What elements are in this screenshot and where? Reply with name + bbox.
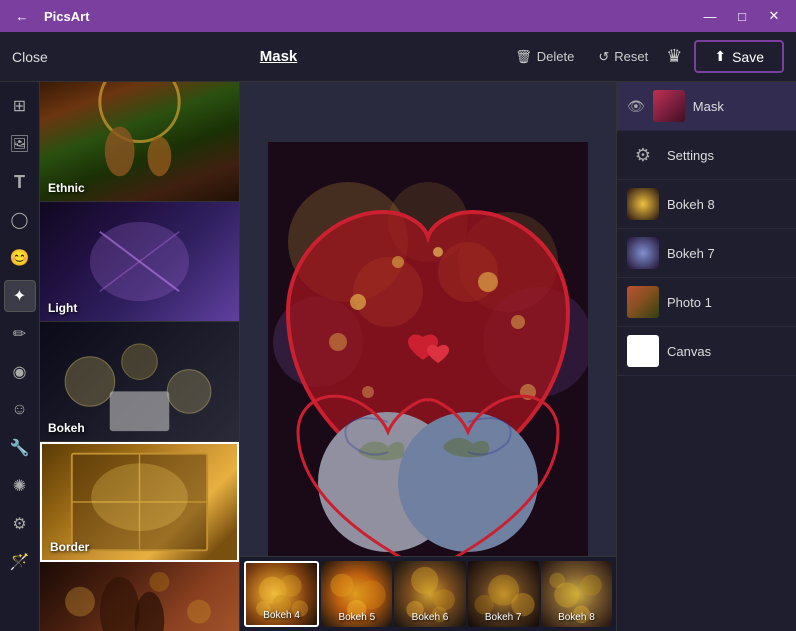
minimize-button[interactable]: — bbox=[696, 6, 724, 26]
toolbar-left: Close bbox=[12, 49, 48, 65]
list-item-label: Bokeh bbox=[48, 421, 85, 435]
strip-thumb-label: Bokeh 6 bbox=[394, 612, 465, 623]
layer-name-bokeh7: Bokeh 7 bbox=[667, 246, 786, 261]
layer-thumbnail-canvas bbox=[627, 335, 659, 367]
right-panel: 👁 Mask ⚙ Settings Bokeh 8 Bokeh 7 bbox=[616, 82, 796, 631]
sidebar-icon-sparkle[interactable]: ✺ bbox=[4, 470, 36, 502]
layer-item-settings[interactable]: ⚙ Settings bbox=[617, 131, 796, 180]
close-button[interactable]: ✕ bbox=[760, 6, 788, 26]
list-item-label: Ethnic bbox=[48, 181, 85, 195]
sidebar-icon-image[interactable]: 🖼 bbox=[4, 128, 36, 160]
maximize-button[interactable]: □ bbox=[728, 6, 756, 26]
toolbar-center: Mask bbox=[244, 48, 314, 65]
strip-thumb-bokeh8[interactable]: Bokeh 8 bbox=[541, 561, 612, 627]
list-item[interactable]: Border bbox=[40, 442, 239, 562]
layer-item-mask[interactable]: 👁 Mask bbox=[617, 82, 796, 131]
save-button[interactable]: ⬆ Save bbox=[694, 40, 784, 73]
window-controls: — □ ✕ bbox=[696, 6, 788, 26]
title-bar-left: ← PicsArt bbox=[8, 6, 90, 26]
layer-thumbnail-mask bbox=[653, 90, 685, 122]
strip-thumb-bokeh7[interactable]: Bokeh 7 bbox=[468, 561, 539, 627]
canvas-area: Bokeh 4 Bokeh 5 Bokeh 6 bbox=[240, 82, 616, 631]
list-item-label: Light bbox=[48, 301, 77, 315]
sidebar-icon-tools[interactable]: 🔧 bbox=[4, 432, 36, 464]
sidebar-icon-face[interactable]: ☺ bbox=[4, 394, 36, 426]
back-button[interactable]: ← bbox=[8, 6, 36, 26]
sidebar-icon-shape[interactable]: ◯ bbox=[4, 204, 36, 236]
layer-item-photo1[interactable]: Photo 1 bbox=[617, 278, 796, 327]
share-icon: ⬆ bbox=[714, 48, 726, 65]
layer-item-bokeh7[interactable]: Bokeh 7 bbox=[617, 229, 796, 278]
strip-thumb-bokeh5[interactable]: Bokeh 5 bbox=[321, 561, 392, 627]
layer-name-canvas: Canvas bbox=[667, 344, 786, 359]
bottom-strip: Bokeh 4 Bokeh 5 Bokeh 6 bbox=[240, 556, 616, 631]
canvas-container bbox=[268, 142, 588, 572]
delete-button[interactable]: 🗑 Delete bbox=[509, 45, 580, 69]
reset-button[interactable]: ↺ Reset bbox=[592, 45, 654, 69]
gear-icon: ⚙ bbox=[627, 139, 659, 171]
main-content: ⊞ 🖼 T ◯ 😊 ✦ ✏ ◉ ☺ 🔧 ✺ ⚙ 🪄 Ethnic bbox=[0, 82, 796, 631]
sidebar-icon-sticker[interactable]: 😊 bbox=[4, 242, 36, 274]
trash-icon: 🗑 bbox=[515, 49, 532, 65]
strip-thumb-label: Bokeh 7 bbox=[468, 612, 539, 623]
layer-name-settings: Settings bbox=[667, 148, 786, 163]
sidebar-icon-text[interactable]: T bbox=[4, 166, 36, 198]
sidebar-icon-grid[interactable]: ⊞ bbox=[4, 90, 36, 122]
layer-name-bokeh8: Bokeh 8 bbox=[667, 197, 786, 212]
layer-name-photo1: Photo 1 bbox=[667, 295, 786, 310]
layer-thumbnail-bokeh8 bbox=[627, 188, 659, 220]
list-item[interactable]: Ethnic bbox=[40, 82, 239, 202]
strip-thumb-bokeh4[interactable]: Bokeh 4 bbox=[244, 561, 319, 627]
sidebar-icons: ⊞ 🖼 T ◯ 😊 ✦ ✏ ◉ ☺ 🔧 ✺ ⚙ 🪄 bbox=[0, 82, 40, 631]
sidebar-icon-adjust[interactable]: ⚙ bbox=[4, 508, 36, 540]
list-item[interactable]: Bokeh Light bbox=[40, 562, 239, 631]
close-editor-button[interactable]: Close bbox=[12, 49, 48, 65]
layer-thumbnail-bokeh7 bbox=[627, 237, 659, 269]
strip-thumb-label: Bokeh 5 bbox=[321, 612, 392, 623]
list-item-label: Border bbox=[50, 540, 89, 554]
reset-icon: ↺ bbox=[598, 49, 609, 65]
app-title: PicsArt bbox=[44, 9, 90, 24]
eye-icon[interactable]: 👁 bbox=[627, 98, 645, 115]
sidebar-icon-wand[interactable]: 🪄 bbox=[4, 546, 36, 578]
list-item[interactable]: Light bbox=[40, 202, 239, 322]
left-panel: Ethnic Light bbox=[40, 82, 240, 631]
layer-thumbnail-photo1 bbox=[627, 286, 659, 318]
title-bar: ← PicsArt — □ ✕ bbox=[0, 0, 796, 32]
list-item[interactable]: Bokeh bbox=[40, 322, 239, 442]
layer-name-mask: Mask bbox=[693, 99, 786, 114]
mask-title: Mask bbox=[244, 48, 314, 65]
layer-item-canvas[interactable]: Canvas bbox=[617, 327, 796, 376]
sidebar-icon-effects[interactable]: ✦ bbox=[4, 280, 36, 312]
sidebar-icon-color[interactable]: ◉ bbox=[4, 356, 36, 388]
strip-thumb-bokeh6[interactable]: Bokeh 6 bbox=[394, 561, 465, 627]
strip-thumb-label: Bokeh 4 bbox=[246, 610, 317, 621]
crown-icon: ♛ bbox=[666, 46, 682, 67]
sidebar-icon-draw[interactable]: ✏ bbox=[4, 318, 36, 350]
toolbar-actions: 🗑 Delete ↺ Reset ♛ ⬆ Save bbox=[509, 40, 784, 73]
layer-item-bokeh8[interactable]: Bokeh 8 bbox=[617, 180, 796, 229]
strip-thumb-label: Bokeh 8 bbox=[541, 612, 612, 623]
toolbar: Close Mask 🗑 Delete ↺ Reset ♛ ⬆ Save bbox=[0, 32, 796, 82]
